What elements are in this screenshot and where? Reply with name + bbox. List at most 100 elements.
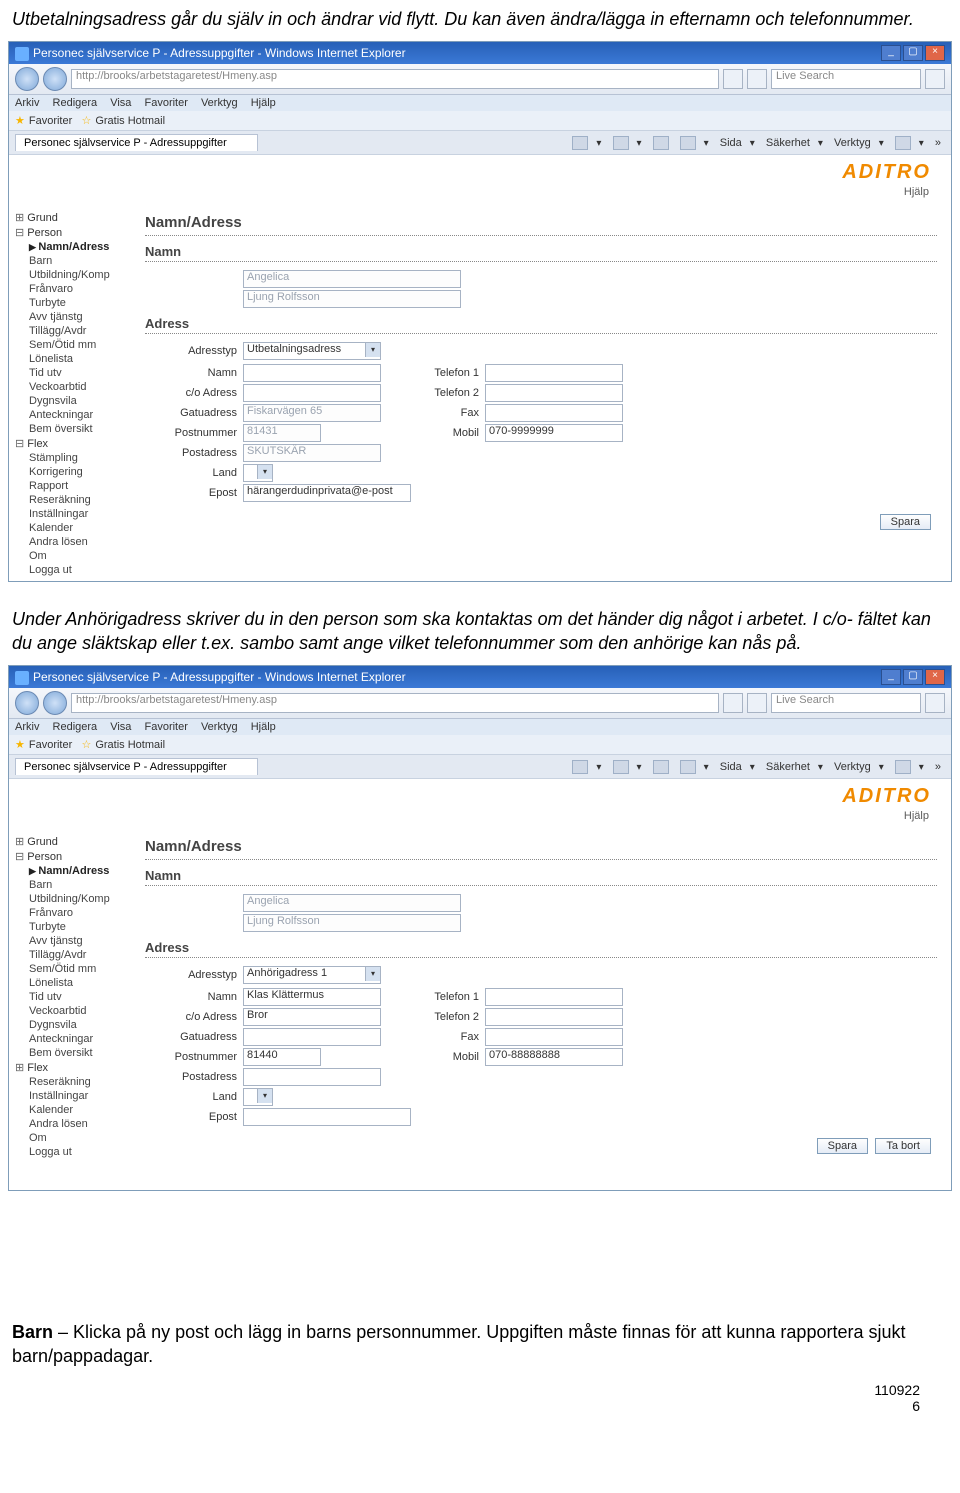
print-icon[interactable]: [680, 136, 696, 150]
sidebar-item-semotid[interactable]: Sem/Ötid mm: [15, 338, 125, 352]
sidebar-item-avvtjanstg[interactable]: Avv tjänstg: [15, 934, 125, 948]
cmd-verktyg[interactable]: Verktyg: [834, 761, 871, 773]
chevron-down-icon[interactable]: ▾: [365, 343, 380, 357]
sidebar-item-installningar[interactable]: Inställningar: [15, 1089, 125, 1103]
favorites-star-icon[interactable]: ★: [15, 739, 25, 751]
sidebar-item-turbyte[interactable]: Turbyte: [15, 920, 125, 934]
menu-favoriter[interactable]: Favoriter: [144, 97, 187, 109]
sidebar-item-anteckningar[interactable]: Anteckningar: [15, 408, 125, 422]
sidebar-item-tillagg[interactable]: Tillägg/Avdr: [15, 324, 125, 338]
sidebar-item-veckoarbtid[interactable]: Veckoarbtid: [15, 1004, 125, 1018]
sidebar-item-dygnsvila[interactable]: Dygnsvila: [15, 1018, 125, 1032]
postnr-field[interactable]: 81440: [243, 1048, 321, 1066]
sidebar-item-turbyte[interactable]: Turbyte: [15, 296, 125, 310]
menu-hjalp[interactable]: Hjälp: [251, 97, 276, 109]
sidebar-item-lonelista[interactable]: Lönelista: [15, 352, 125, 366]
namn-field[interactable]: [243, 364, 381, 382]
epost-field[interactable]: härangerdudinprivata@e-post: [243, 484, 411, 502]
sidebar-item-dygnsvila[interactable]: Dygnsvila: [15, 394, 125, 408]
menu-arkiv[interactable]: Arkiv: [15, 721, 39, 733]
search-go-button[interactable]: [925, 693, 945, 713]
chevron-down-icon[interactable]: ▾: [257, 465, 272, 479]
tel1-field[interactable]: [485, 364, 623, 382]
help-icon[interactable]: [895, 760, 911, 774]
gatu-field[interactable]: [243, 1028, 381, 1046]
sidebar-item-loggaut[interactable]: Logga ut: [15, 563, 125, 577]
sidebar-item-franvaro[interactable]: Frånvaro: [15, 906, 125, 920]
cmd-sida[interactable]: Sida: [720, 761, 742, 773]
maximize-button[interactable]: ▢: [903, 45, 923, 61]
tel1-field[interactable]: [485, 988, 623, 1006]
sidebar-root-grund[interactable]: Grund: [15, 210, 125, 225]
menu-hjalp[interactable]: Hjälp: [251, 721, 276, 733]
cmd-sida[interactable]: Sida: [720, 137, 742, 149]
postadr-field[interactable]: SKUTSKÄR: [243, 444, 381, 462]
sidebar-item-reserakning[interactable]: Reseräkning: [15, 1075, 125, 1089]
sidebar-item-lonelista[interactable]: Lönelista: [15, 976, 125, 990]
sidebar-root-person[interactable]: Person: [15, 225, 125, 240]
save-button[interactable]: Spara: [817, 1138, 868, 1154]
sidebar-item-om[interactable]: Om: [15, 1131, 125, 1145]
print-icon[interactable]: [680, 760, 696, 774]
feeds-icon[interactable]: [613, 760, 629, 774]
sidebar-item-bemoversikt[interactable]: Bem översikt: [15, 422, 125, 436]
favorites-star-icon[interactable]: ★: [15, 115, 25, 127]
help-icon[interactable]: [895, 136, 911, 150]
adresstyp-select[interactable]: Utbetalningsadress: [243, 342, 381, 360]
sidebar-item-semotid[interactable]: Sem/Ötid mm: [15, 962, 125, 976]
minimize-button[interactable]: _: [881, 45, 901, 61]
postadr-field[interactable]: [243, 1068, 381, 1086]
sidebar-item-bemoversikt[interactable]: Bem översikt: [15, 1046, 125, 1060]
sidebar-item-andralosen[interactable]: Andra lösen: [15, 1117, 125, 1131]
forward-button[interactable]: [43, 691, 67, 715]
stop-button[interactable]: [747, 69, 767, 89]
sidebar-item-anteckningar[interactable]: Anteckningar: [15, 1032, 125, 1046]
sidebar-item-tidutv[interactable]: Tid utv: [15, 366, 125, 380]
tel2-field[interactable]: [485, 1008, 623, 1026]
sidebar-item-kalender[interactable]: Kalender: [15, 1103, 125, 1117]
menu-redigera[interactable]: Redigera: [53, 97, 98, 109]
adresstyp-select[interactable]: Anhörigadress 1: [243, 966, 381, 984]
search-box[interactable]: Live Search: [771, 693, 921, 713]
back-button[interactable]: [15, 691, 39, 715]
save-button[interactable]: Spara: [880, 514, 931, 530]
sidebar-item-franvaro[interactable]: Frånvaro: [15, 282, 125, 296]
sidebar-item-stampling[interactable]: Stämpling: [15, 451, 125, 465]
cmd-sakerhet[interactable]: Säkerhet: [766, 761, 810, 773]
co-field[interactable]: [243, 384, 381, 402]
cmd-sakerhet[interactable]: Säkerhet: [766, 137, 810, 149]
sidebar-item-rapport[interactable]: Rapport: [15, 479, 125, 493]
refresh-button[interactable]: [723, 693, 743, 713]
search-go-button[interactable]: [925, 69, 945, 89]
mail-icon[interactable]: [653, 760, 669, 774]
sidebar-root-flex[interactable]: Flex: [15, 436, 125, 451]
menu-verktyg[interactable]: Verktyg: [201, 97, 238, 109]
cmd-verktyg[interactable]: Verktyg: [834, 137, 871, 149]
address-bar[interactable]: http://brooks/arbetstagaretest/Hmeny.asp: [71, 693, 719, 713]
sidebar-item-andralosen[interactable]: Andra lösen: [15, 535, 125, 549]
chevron-down-icon[interactable]: ▾: [257, 1089, 272, 1103]
sidebar-root-person[interactable]: Person: [15, 849, 125, 864]
sidebar-root-flex[interactable]: Flex: [15, 1060, 125, 1075]
sidebar-item-loggaut[interactable]: Logga ut: [15, 1145, 125, 1159]
menu-visa[interactable]: Visa: [110, 97, 131, 109]
chevron-down-icon[interactable]: ▾: [365, 967, 380, 981]
namn-field[interactable]: Klas Klättermus: [243, 988, 381, 1006]
menu-verktyg[interactable]: Verktyg: [201, 721, 238, 733]
sidebar-item-om[interactable]: Om: [15, 549, 125, 563]
sidebar-item-avvtjanstg[interactable]: Avv tjänstg: [15, 310, 125, 324]
epost-field[interactable]: [243, 1108, 411, 1126]
search-box[interactable]: Live Search: [771, 69, 921, 89]
help-link[interactable]: Hjälp: [9, 810, 951, 830]
gatu-field[interactable]: Fiskarvägen 65: [243, 404, 381, 422]
feeds-icon[interactable]: [613, 136, 629, 150]
sidebar-item-namnadress[interactable]: Namn/Adress: [15, 864, 125, 878]
menu-redigera[interactable]: Redigera: [53, 721, 98, 733]
minimize-button[interactable]: _: [881, 669, 901, 685]
sidebar-item-utbildning[interactable]: Utbildning/Komp: [15, 268, 125, 282]
menu-favoriter[interactable]: Favoriter: [144, 721, 187, 733]
forward-button[interactable]: [43, 67, 67, 91]
home-icon[interactable]: [572, 760, 588, 774]
close-button[interactable]: ×: [925, 45, 945, 61]
sidebar-item-veckoarbtid[interactable]: Veckoarbtid: [15, 380, 125, 394]
